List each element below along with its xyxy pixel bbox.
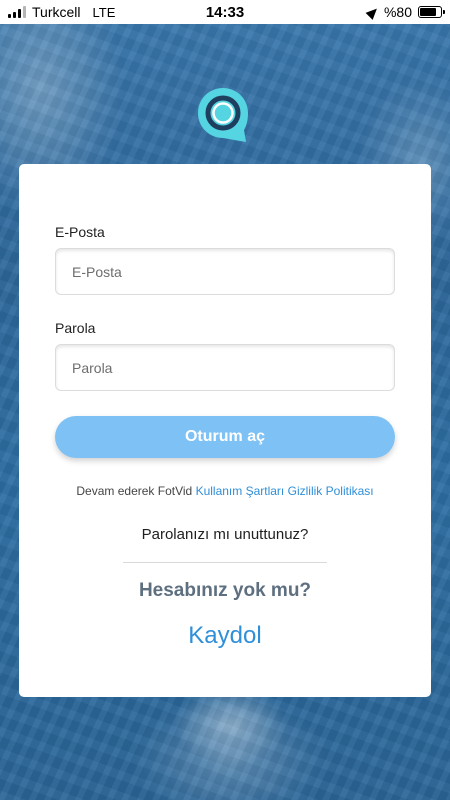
no-account-heading: Hesabınız yok mu? [138, 580, 312, 601]
terms-notice: Devam ederek FotVid Kullanım Şartları Gi… [19, 484, 431, 498]
forgot-password-link[interactable]: Parolanızı mı unuttunuz? [19, 526, 431, 543]
login-button[interactable]: Oturum aç [55, 416, 395, 458]
terms-of-use-link[interactable]: Kullanım Şartları [196, 484, 285, 498]
password-label: Parola [55, 320, 96, 336]
login-card: E-Posta Parola Oturum aç Devam ederek Fo… [19, 164, 431, 697]
battery-fill [420, 8, 436, 16]
divider [123, 562, 327, 563]
signup-link[interactable]: Kaydol [19, 622, 431, 650]
status-bar-right: %80 [365, 4, 445, 20]
fotvid-logo-icon [198, 88, 248, 142]
carrier-name: Turkcell [32, 4, 81, 20]
password-field[interactable] [55, 344, 395, 391]
signal-strength-icon [8, 6, 26, 18]
terms-prefix: Devam ederek FotVid [76, 484, 193, 498]
status-bar: Turkcell LTE 14:33 %80 [0, 0, 450, 24]
location-arrow-icon [365, 4, 381, 20]
battery-icon [418, 6, 445, 18]
privacy-policy-link[interactable]: Gizlilik Politikası [288, 484, 374, 498]
network-type: LTE [92, 4, 116, 20]
battery-percentage: %80 [383, 4, 412, 20]
email-label: E-Posta [55, 224, 105, 240]
status-bar-left: Turkcell LTE [8, 4, 115, 20]
email-field[interactable] [55, 248, 395, 295]
